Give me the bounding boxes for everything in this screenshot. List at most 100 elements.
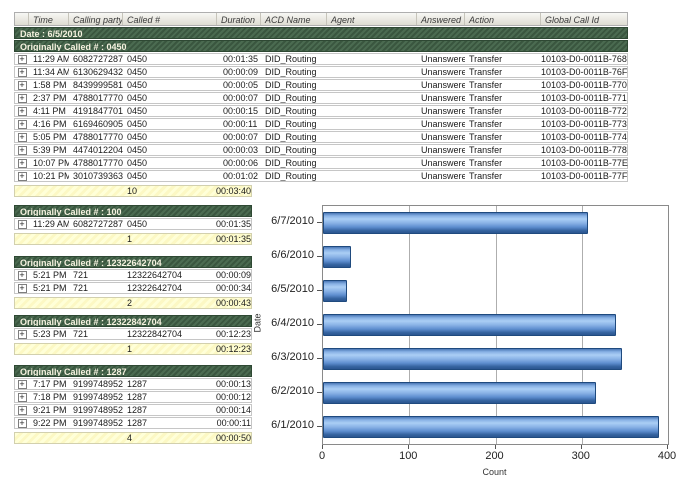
group-summary-row: 200:00:43 <box>14 297 252 309</box>
expand-button[interactable]: + <box>15 107 29 116</box>
expand-button[interactable]: + <box>15 220 29 229</box>
call-row[interactable]: +11:29 AM6082727287045000:01:35DID_Routi… <box>14 53 628 65</box>
global-id-cell: 10103-D0-0011B-77F <box>541 171 629 181</box>
expand-button[interactable]: + <box>15 271 29 280</box>
duration-cell: 00:01:02 <box>217 171 261 181</box>
sub-table: Originally Called # : 12322842704+5:23 P… <box>14 315 252 355</box>
summary-count: 10 <box>123 186 201 196</box>
call-row[interactable]: +9:21 PM9199748952128700:00:14 <box>14 404 252 416</box>
expand-plus-icon[interactable]: + <box>18 330 27 339</box>
expand-button[interactable]: + <box>15 172 29 181</box>
time-cell: 10:07 PM <box>29 158 69 168</box>
y-axis-label: 6/5/2010 <box>252 283 314 295</box>
expand-plus-icon[interactable]: + <box>18 81 27 90</box>
y-axis-label: 6/6/2010 <box>252 249 314 261</box>
expand-plus-icon[interactable]: + <box>18 133 27 142</box>
summary-duration: 00:12:23 <box>201 344 253 354</box>
calling-cell: 4788017770 <box>69 132 123 142</box>
call-row[interactable]: +5:23 PM7211232284270400:12:23 <box>14 328 252 340</box>
duration-cell: 00:00:06 <box>217 158 261 168</box>
y-axis-label: 6/2/2010 <box>252 385 314 397</box>
called-group-header: Originally Called # : 0450 <box>14 40 628 52</box>
global-id-cell: 10103-D0-0011B-77E <box>541 158 629 168</box>
call-row[interactable]: +9:22 PM9199748952128700:00:11 <box>14 417 252 429</box>
expand-button[interactable]: + <box>15 393 29 402</box>
expand-button[interactable]: + <box>15 94 29 103</box>
called-cell: 0450 <box>123 67 217 77</box>
expand-button[interactable]: + <box>15 146 29 155</box>
expand-plus-icon[interactable]: + <box>18 271 27 280</box>
expand-plus-icon[interactable]: + <box>18 107 27 116</box>
answered-cell: Unanswered <box>417 80 465 90</box>
acd-cell: DID_Routing <box>261 145 327 155</box>
expand-button[interactable]: + <box>15 68 29 77</box>
expand-plus-icon[interactable]: + <box>18 393 27 402</box>
call-row[interactable]: +11:29 AM6082727287045000:01:35 <box>14 218 252 230</box>
call-row[interactable]: +5:21 PM7211232264270400:00:09 <box>14 269 252 281</box>
duration-cell: 00:00:07 <box>217 132 261 142</box>
expand-button[interactable]: + <box>15 419 29 428</box>
call-row[interactable]: +11:34 AM6130629432045000:00:09DID_Routi… <box>14 66 628 78</box>
expand-plus-icon[interactable]: + <box>18 55 27 64</box>
expand-plus-icon[interactable]: + <box>18 159 27 168</box>
call-row[interactable]: +1:58 PM8439999581045000:00:05DID_Routin… <box>14 79 628 91</box>
column-header: Calling party # <box>69 13 123 25</box>
expand-button[interactable]: + <box>15 159 29 168</box>
expand-button[interactable]: + <box>15 330 29 339</box>
call-row[interactable]: +5:21 PM7211232264270400:00:34 <box>14 282 252 294</box>
called-cell: 0450 <box>123 145 217 155</box>
called-cell: 1287 <box>123 405 201 415</box>
called-group-header: Originally Called # : 12322842704 <box>14 315 252 327</box>
x-axis-label: 400 <box>658 450 676 462</box>
expand-plus-icon[interactable]: + <box>18 172 27 181</box>
call-row[interactable]: +7:17 PM9199748952128700:00:13 <box>14 378 252 390</box>
expand-button[interactable]: + <box>15 55 29 64</box>
time-cell: 5:05 PM <box>29 132 69 142</box>
expand-plus-icon[interactable]: + <box>18 146 27 155</box>
axis-tick <box>317 426 322 427</box>
call-row[interactable]: +2:37 PM4788017770045000:00:07DID_Routin… <box>14 92 628 104</box>
time-cell: 4:11 PM <box>29 106 69 116</box>
called-cell: 0450 <box>123 119 217 129</box>
summary-count: 2 <box>123 298 201 308</box>
acd-cell: DID_Routing <box>261 132 327 142</box>
expand-plus-icon[interactable]: + <box>18 380 27 389</box>
expand-button[interactable]: + <box>15 133 29 142</box>
call-row[interactable]: +5:39 PM4474012204045000:00:03DID_Routin… <box>14 144 628 156</box>
call-row[interactable]: +10:07 PM4788017770045000:00:06DID_Routi… <box>14 157 628 169</box>
duration-cell: 00:00:11 <box>201 418 253 428</box>
calling-cell: 721 <box>69 283 123 293</box>
expand-button[interactable]: + <box>15 380 29 389</box>
expand-plus-icon[interactable]: + <box>18 120 27 129</box>
expand-plus-icon[interactable]: + <box>18 68 27 77</box>
column-header: Global Call Id <box>541 13 629 25</box>
y-axis-label: 6/7/2010 <box>252 215 314 227</box>
answered-cell: Unanswered <box>417 119 465 129</box>
chart-bar <box>323 280 347 302</box>
group-summary-row: 100:01:35 <box>14 233 252 245</box>
y-axis-label: 6/1/2010 <box>252 419 314 431</box>
called-cell: 0450 <box>123 106 217 116</box>
expand-plus-icon[interactable]: + <box>18 220 27 229</box>
column-header <box>15 13 29 25</box>
x-axis-label: 100 <box>399 450 417 462</box>
expand-button[interactable]: + <box>15 120 29 129</box>
expand-button[interactable]: + <box>15 284 29 293</box>
expand-plus-icon[interactable]: + <box>18 419 27 428</box>
call-row[interactable]: +7:18 PM9199748952128700:00:12 <box>14 391 252 403</box>
call-row[interactable]: +4:16 PM6169460905045000:00:11DID_Routin… <box>14 118 628 130</box>
answered-cell: Unanswered <box>417 93 465 103</box>
column-header: Answered <box>417 13 465 25</box>
call-row[interactable]: +5:05 PM4788017770045000:00:07DID_Routin… <box>14 131 628 143</box>
expand-plus-icon[interactable]: + <box>18 284 27 293</box>
call-row[interactable]: +4:11 PM4191847701045000:00:15DID_Routin… <box>14 105 628 117</box>
summary-duration: 00:01:35 <box>201 234 253 244</box>
expand-plus-icon[interactable]: + <box>18 406 27 415</box>
call-row[interactable]: +10:21 PM3010739363045000:01:02DID_Routi… <box>14 170 628 182</box>
expand-button[interactable]: + <box>15 406 29 415</box>
expand-plus-icon[interactable]: + <box>18 94 27 103</box>
axis-tick <box>317 290 322 291</box>
called-cell: 12322642704 <box>123 283 201 293</box>
expand-button[interactable]: + <box>15 81 29 90</box>
calling-cell: 6169460905 <box>69 119 123 129</box>
